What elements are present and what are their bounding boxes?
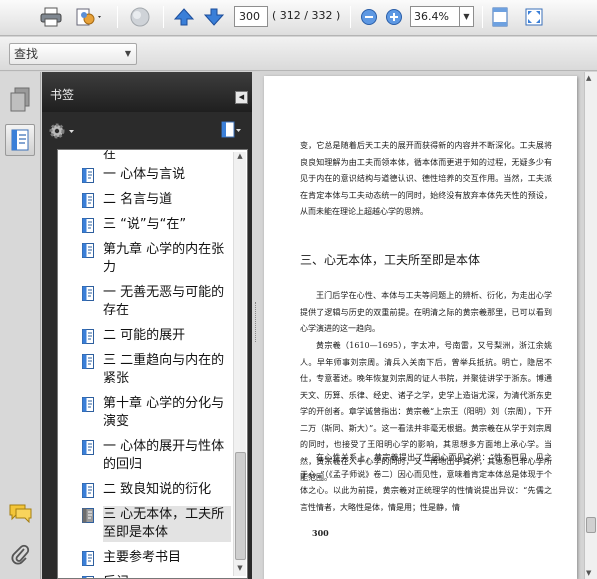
panel-splitter[interactable]	[252, 72, 260, 579]
comments-icon[interactable]	[5, 497, 35, 529]
scroll-thumb[interactable]	[586, 517, 596, 533]
prev-page-icon[interactable]	[172, 5, 196, 29]
paragraph-1: 变，它总是随着后天工夫的展开而获得新的内容并不断深化。工夫展将良良知理解为由工夫…	[300, 141, 552, 216]
find-bar: 查找 ▼	[0, 37, 597, 71]
find-dropdown[interactable]: 查找 ▼	[9, 43, 137, 65]
bookmark-item[interactable]: 第十章 心学的分化与演变	[58, 395, 233, 431]
bookmark-options-icon[interactable]	[220, 121, 242, 142]
collapse-panel-button[interactable]: ◀	[235, 91, 248, 104]
bookmark-icon	[82, 329, 94, 344]
section-heading: 三、心无本体，工夫所至即是本体	[300, 253, 481, 267]
pages-icon[interactable]	[5, 84, 35, 116]
bookmark-icon	[82, 508, 94, 523]
bookmark-icon	[82, 354, 94, 369]
navigation-rail	[0, 72, 41, 579]
bookmark-tree: 在一 心体与言说二 名言与道三 “说”与“在” 第九章 心学的内在张力一 无善无恶…	[57, 149, 248, 579]
bookmark-icon	[82, 168, 94, 183]
zoom-level-input[interactable]: 36.4%	[410, 6, 460, 27]
panel-toolbar	[42, 112, 252, 146]
bookmark-item[interactable]: 二 可能的展开	[58, 327, 233, 345]
bookmarks-panel: 书签 ◀ 在一 心体与言说二 名言与道三 “说”与“在” 第九章 心学的内在张力一…	[42, 72, 252, 579]
bookmark-icon	[82, 286, 94, 301]
chevron-down-icon[interactable]: ▼	[460, 6, 474, 27]
document-viewport: 变，它总是随着后天工夫的展开而获得新的内容并不断深化。工夫展将良良知理解为由工夫…	[260, 72, 584, 579]
attach-icon[interactable]	[72, 5, 106, 29]
bookmark-label: 二 可能的展开	[103, 328, 186, 343]
bookmark-icon	[82, 483, 94, 498]
bookmark-label: 后记	[103, 574, 231, 578]
bookmark-icon	[82, 193, 94, 208]
bookmark-item[interactable]: 一 心体与言说	[58, 166, 233, 184]
scroll-up-icon[interactable]: ▲	[586, 74, 591, 82]
bookmark-item[interactable]: 三 心无本体，工夫所至即是本体	[58, 506, 233, 542]
panel-header: 书签 ◀	[42, 72, 252, 112]
bookmark-label: 二 致良知说的衍化	[103, 482, 212, 497]
scroll-thumb[interactable]	[235, 452, 246, 560]
bookmark-label: 三 心无本体，工夫所至即是本体	[103, 506, 231, 542]
page-number: 300	[312, 528, 329, 538]
bookmarks-icon[interactable]	[5, 124, 35, 156]
bookmark-label: 第十章 心学的分化与演变	[103, 396, 225, 429]
page-number-input[interactable]: 300	[234, 6, 268, 27]
paragraph-2: 王门后学在心性、本体与工夫等问题上的辨析、衍化，为走出心学提供了逻辑与历史的双重…	[300, 291, 552, 333]
bookmark-item[interactable]: 后记	[58, 574, 233, 578]
bookmark-label: 在	[103, 149, 117, 162]
bookmark-label: 主要参考书目	[103, 550, 182, 565]
bookmark-icon	[82, 218, 94, 233]
next-page-icon[interactable]	[202, 5, 226, 29]
bookmark-scrollbar[interactable]: ▲ ▼	[233, 152, 246, 576]
bookmark-item[interactable]: 二 致良知说的衍化	[58, 481, 233, 499]
fit-page-icon[interactable]	[489, 5, 511, 29]
scroll-down-icon[interactable]: ▼	[234, 564, 246, 576]
document-page: 变，它总是随着后天工夫的展开而获得新的内容并不断深化。工夫展将良良知理解为由工夫…	[264, 76, 577, 579]
document-scrollbar[interactable]: ▲ ▼	[584, 72, 597, 579]
gear-icon[interactable]	[48, 122, 78, 143]
bookmark-item[interactable]: 主要参考书目	[58, 549, 233, 567]
bookmark-item[interactable]: 在	[58, 149, 233, 164]
bookmark-label: 一 心体的展开与性体的回归	[103, 439, 225, 472]
find-label: 查找	[14, 47, 39, 61]
page-count: ( 312 / 332 )	[272, 9, 341, 22]
cloud-icon[interactable]	[126, 5, 154, 29]
printer-icon[interactable]	[38, 5, 64, 29]
zoom-out-icon[interactable]	[358, 5, 380, 29]
bookmark-item[interactable]: 三 “说”与“在”	[58, 216, 233, 234]
bookmark-icon	[82, 551, 94, 566]
bookmark-item[interactable]: 二 名言与道	[58, 191, 233, 209]
attachment-icon[interactable]	[5, 538, 35, 570]
bookmark-item[interactable]: 一 无善无恶与可能的存在	[58, 284, 233, 320]
bookmark-label: 一 心体与言说	[103, 167, 186, 182]
panel-title: 书签	[50, 88, 75, 102]
bookmark-label: 二 名言与道	[103, 192, 173, 207]
bookmark-label: 第九章 心学的内在张力	[103, 242, 225, 275]
scroll-up-icon[interactable]: ▲	[234, 152, 246, 164]
full-screen-icon[interactable]	[522, 5, 546, 29]
bookmark-item[interactable]: 三 二重趋向与内在的紧张	[58, 352, 233, 388]
chevron-down-icon: ▼	[124, 49, 131, 58]
bookmark-icon	[82, 440, 94, 455]
bookmark-label: 一 无善无恶与可能的存在	[103, 285, 225, 318]
toolbar: 300 ( 312 / 332 ) 36.4% ▼	[0, 0, 597, 36]
bookmark-item[interactable]: 一 心体的展开与性体的回归	[58, 438, 233, 474]
bookmark-label: 三 二重趋向与内在的紧张	[103, 353, 225, 386]
bookmark-icon	[82, 243, 94, 258]
bookmark-item[interactable]: 第九章 心学的内在张力	[58, 241, 233, 277]
zoom-in-icon[interactable]	[383, 5, 405, 29]
bookmark-label: 三 “说”与“在”	[103, 217, 187, 232]
bookmark-icon	[82, 397, 94, 412]
paragraph-4: 在心性关系上，黄宗羲提出了性因心而见之说：“性不可见，见之于心。”（《孟子师说》…	[300, 453, 552, 512]
scroll-down-icon[interactable]: ▼	[586, 569, 591, 577]
